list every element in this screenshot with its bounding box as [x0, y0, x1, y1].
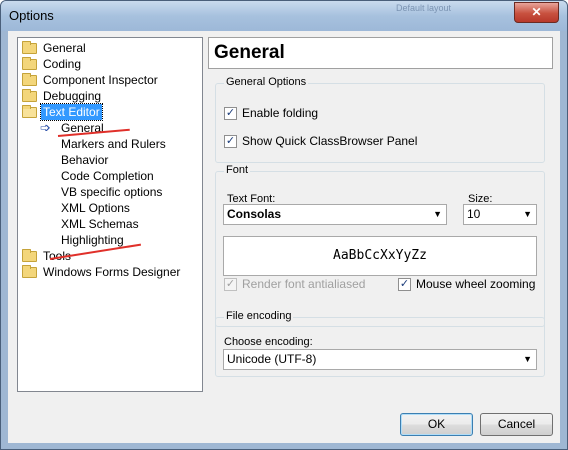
background-ghost-text: Default layout — [396, 3, 452, 13]
page-title: General — [214, 42, 285, 63]
tree-item-label: Code Completion — [61, 169, 154, 183]
font-size-dropdown[interactable]: 10 ▼ — [463, 204, 537, 225]
folder-icon — [22, 265, 37, 278]
choose-encoding-label: Choose encoding: — [224, 336, 313, 348]
group-label: File encoding — [224, 310, 294, 322]
tree-item-label: Highlighting — [61, 233, 124, 247]
folder-icon — [22, 249, 37, 262]
mouse-wheel-label[interactable]: Mouse wheel zooming — [416, 277, 535, 291]
ok-button[interactable]: OK — [400, 413, 473, 436]
tree-item-label: Debugging — [43, 89, 102, 103]
font-size-value: 10 — [467, 207, 481, 221]
title-bar[interactable]: Options Default layout ✕ — [1, 1, 567, 31]
group-label: Font — [224, 164, 251, 176]
dialog-client-area: General Coding Component Inspector Debug… — [8, 31, 560, 443]
text-font-dropdown[interactable]: Consolas ▼ — [223, 204, 447, 225]
show-classbrowser-checkbox[interactable]: ✓ — [224, 135, 237, 148]
folder-icon — [22, 41, 37, 54]
show-classbrowser-label[interactable]: Show Quick ClassBrowser Panel — [242, 134, 417, 148]
tree-item-label: Behavior — [61, 153, 109, 167]
antialias-label: Render font antialiased — [242, 277, 366, 291]
tree-item-label: XML Options — [61, 201, 130, 215]
font-preview: AaBbCcXxYyZz — [223, 236, 537, 276]
tree-item-label: Windows Forms Designer — [43, 265, 181, 279]
tree-item-label: Coding — [43, 57, 82, 71]
folder-icon — [22, 57, 37, 70]
tree-item-label: General — [43, 41, 86, 55]
page-header: General — [208, 37, 553, 69]
chevron-down-icon: ▼ — [523, 354, 532, 364]
text-font-value: Consolas — [227, 207, 282, 221]
tree-item-label: Markers and Rulers — [61, 137, 166, 151]
folder-icon — [22, 73, 37, 86]
open-folder-icon — [22, 105, 37, 118]
tree-item-label: Component Inspector — [43, 73, 158, 87]
folder-icon — [22, 89, 37, 102]
tree-item-label: VB specific options — [61, 185, 163, 199]
options-tree[interactable]: General Coding Component Inspector Debug… — [17, 37, 203, 392]
arrow-right-icon: ➩ — [40, 120, 51, 135]
enable-folding-checkbox[interactable]: ✓ — [224, 107, 237, 120]
options-window: Options Default layout ✕ General Coding … — [0, 0, 568, 450]
cancel-button[interactable]: Cancel — [480, 413, 553, 436]
general-options-group: General Options ✓ Enable folding ✓ Show … — [215, 76, 545, 163]
mouse-wheel-checkbox[interactable]: ✓ — [398, 278, 411, 291]
tree-item-label: XML Schemas — [61, 217, 139, 231]
tree-item-label: Text Editor — [40, 103, 103, 121]
chevron-down-icon: ▼ — [523, 209, 532, 219]
window-title: Options — [9, 8, 54, 23]
group-label: General Options — [224, 76, 309, 88]
enable-folding-label[interactable]: Enable folding — [242, 106, 318, 120]
antialias-checkbox[interactable]: ✓ — [224, 278, 237, 291]
encoding-dropdown[interactable]: Unicode (UTF-8) ▼ — [223, 349, 537, 370]
encoding-value: Unicode (UTF-8) — [227, 352, 317, 366]
chevron-down-icon: ▼ — [433, 209, 442, 219]
close-button[interactable]: ✕ — [514, 2, 559, 23]
